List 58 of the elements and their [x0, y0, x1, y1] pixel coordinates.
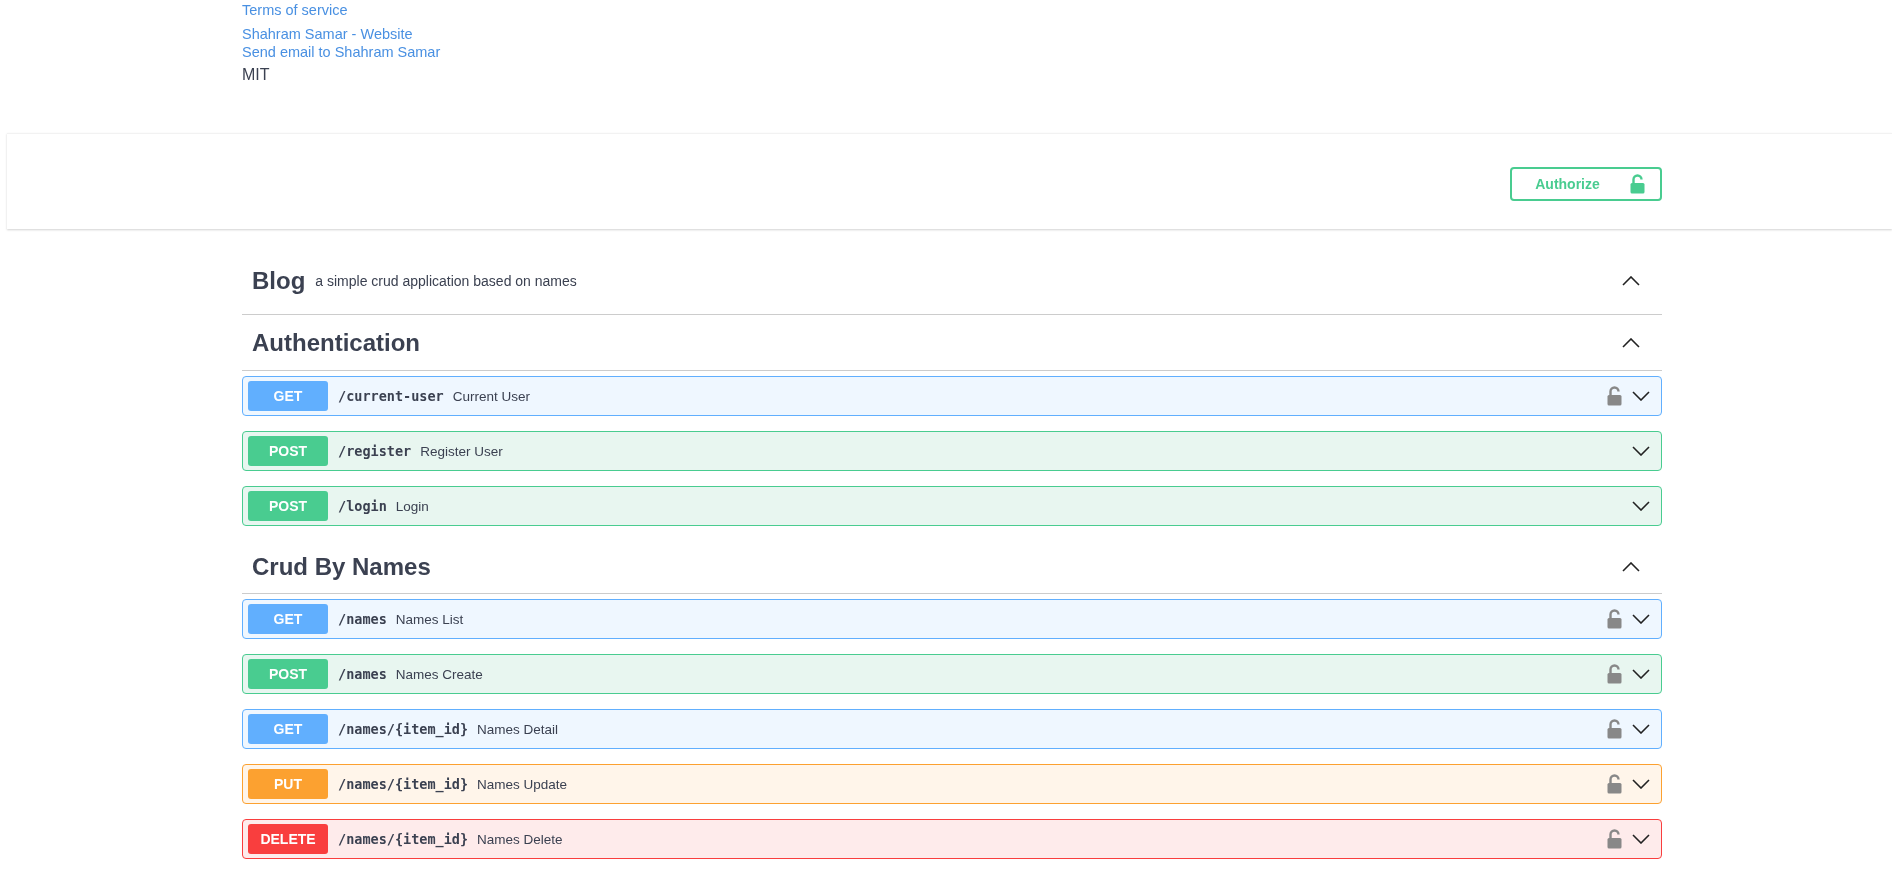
operation-row[interactable]: DELETE /names/{item_id} Names Delete — [242, 819, 1662, 859]
operation-row[interactable]: PUT /names/{item_id} Names Update — [242, 764, 1662, 804]
chevron-down-icon — [1632, 614, 1650, 624]
method-badge: GET — [248, 381, 328, 411]
operation-row[interactable]: POST /login Login — [242, 486, 1662, 526]
chevron-down-icon — [1632, 446, 1650, 456]
endpoint-path: /names/{item_id} — [338, 776, 469, 792]
chevron-down-icon — [1632, 779, 1650, 789]
chevron-up-icon — [1622, 337, 1640, 348]
operation-summary: Names Create — [395, 666, 483, 682]
license-text: MIT — [242, 65, 270, 85]
method-badge: POST — [248, 491, 328, 521]
endpoint-path: /register — [338, 443, 412, 459]
chevron-down-icon — [1632, 391, 1650, 401]
operation-row[interactable]: GET /names Names List — [242, 599, 1662, 639]
lock-icon[interactable] — [1607, 609, 1622, 629]
tag-title: Authentication — [252, 328, 420, 357]
operation-summary: Names Detail — [477, 721, 559, 737]
endpoint-path: /names — [338, 666, 387, 682]
operation-summary: Register User — [420, 443, 503, 459]
operation-row[interactable]: GET /names/{item_id} Names Detail — [242, 709, 1662, 749]
method-badge: DELETE — [248, 824, 328, 854]
chevron-down-icon — [1632, 724, 1650, 734]
operation-summary: Current User — [452, 388, 530, 404]
chevron-down-icon — [1632, 834, 1650, 844]
chevron-up-icon — [1622, 562, 1640, 572]
operation-summary: Login — [395, 498, 429, 514]
lock-icon[interactable] — [1607, 386, 1622, 406]
tag-header[interactable]: Authentication — [242, 315, 1662, 371]
lock-icon[interactable] — [1607, 664, 1622, 684]
operation-summary: Names Delete — [477, 831, 563, 847]
tag-header[interactable]: Blog a simple crud application based on names — [242, 247, 1662, 315]
tag-description: a simple crud application based on names — [315, 272, 577, 289]
lock-icon[interactable] — [1607, 774, 1622, 794]
operation-row[interactable]: POST /register Register User — [242, 431, 1662, 471]
operation-summary: Names List — [395, 611, 464, 627]
endpoint-path: /current-user — [338, 388, 444, 404]
lock-icon — [1629, 173, 1645, 194]
endpoint-path: /names/{item_id} — [338, 721, 469, 737]
tag-title: Blog — [252, 266, 306, 295]
method-badge: PUT — [248, 769, 328, 799]
tag-header[interactable]: Crud By Names — [242, 541, 1662, 594]
endpoint-path: /names — [338, 611, 387, 627]
method-badge: GET — [248, 714, 328, 744]
endpoint-path: /names/{item_id} — [338, 831, 469, 847]
operation-summary: Names Update — [477, 776, 568, 792]
operation-row[interactable]: GET /current-user Current User — [242, 376, 1662, 416]
method-badge: POST — [248, 659, 328, 689]
chevron-down-icon — [1632, 669, 1650, 679]
lock-icon[interactable] — [1607, 829, 1622, 849]
method-badge: POST — [248, 436, 328, 466]
operation-row[interactable]: POST /names Names Create — [242, 654, 1662, 694]
tag-title: Crud By Names — [252, 553, 431, 581]
endpoint-path: /login — [338, 498, 387, 514]
chevron-down-icon — [1632, 501, 1650, 511]
lock-icon[interactable] — [1607, 719, 1622, 739]
chevron-up-icon — [1622, 275, 1640, 286]
method-badge: GET — [248, 604, 328, 634]
